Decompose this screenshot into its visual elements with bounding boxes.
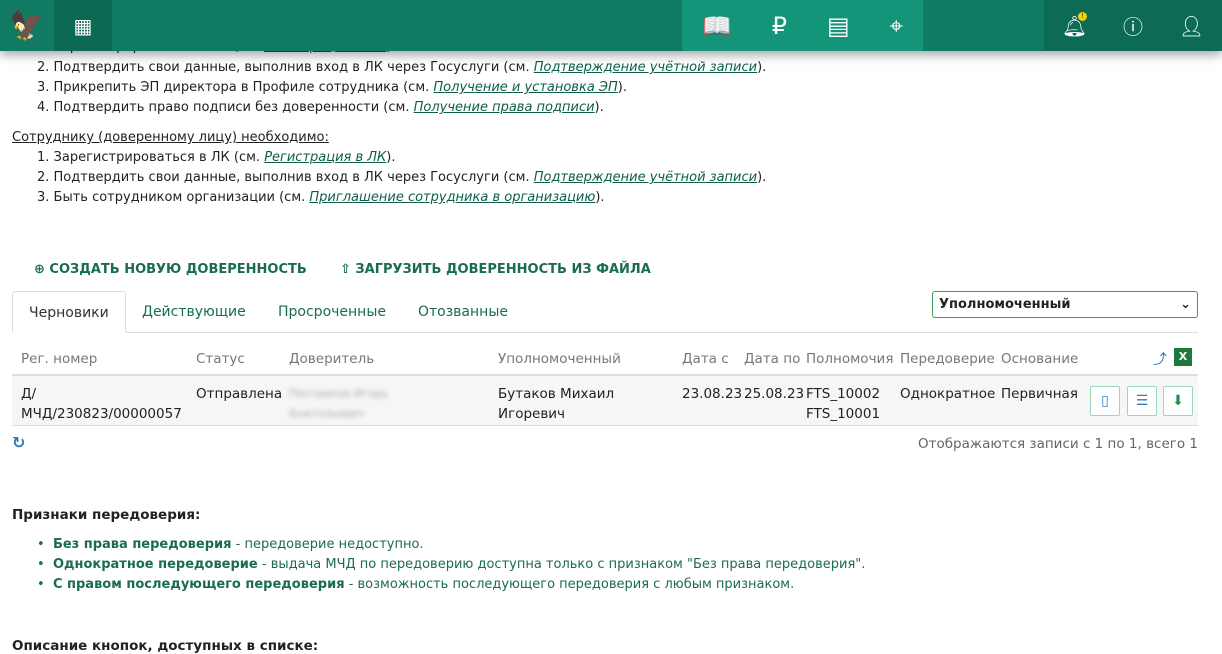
- col-redelegation[interactable]: Передоверие: [900, 351, 995, 367]
- tab-expired[interactable]: Просроченные: [262, 291, 402, 333]
- user-icon[interactable]: 👤︎: [1179, 14, 1204, 38]
- col-principal[interactable]: Доверитель: [289, 351, 374, 367]
- apps-grid-icon[interactable]: ▦: [54, 0, 112, 51]
- cell-redelegation: Однократное: [900, 386, 996, 402]
- step-end: ).: [757, 60, 767, 75]
- sign-desc: - передоверие недоступно.: [231, 537, 424, 552]
- step-text: 3. Быть сотрудником организации (см.: [37, 190, 310, 205]
- excel-icon[interactable]: X: [1174, 348, 1192, 366]
- step-end: ).: [594, 100, 604, 115]
- sign-term: Без права передоверия: [52, 537, 232, 552]
- cell-principal: Пестриков Игорь Анатольевич: [289, 384, 388, 424]
- director-step-3: 3. Прикрепить ЭП директора в Профиле сот…: [37, 80, 627, 95]
- power-1: FTS_10002: [806, 386, 881, 402]
- step-link[interactable]: Получение и установка ЭП: [433, 80, 617, 95]
- export-icon[interactable]: ⤴: [1153, 349, 1167, 369]
- cell-basis: Первичная: [1001, 386, 1078, 402]
- spreadsheet-icon[interactable]: ▤: [827, 12, 850, 40]
- ruble-icon[interactable]: ₽: [772, 12, 787, 40]
- save-button[interactable]: ⬇: [1163, 386, 1193, 416]
- save-icon: ⬇: [1172, 393, 1184, 409]
- upload-proxy-button[interactable]: ⇧ ЗАГРУЗИТЬ ДОВЕРЕННОСТЬ ИЗ ФАЙЛА: [340, 262, 651, 277]
- main-nav: 📖 ₽ ▤ ⌖: [682, 0, 923, 51]
- employee-heading: Сотруднику (доверенному лицу) необходимо…: [12, 130, 329, 145]
- upload-label: ЗАГРУЗИТЬ ДОВЕРЕННОСТЬ ИЗ ФАЙЛА: [355, 262, 651, 277]
- info-book-icon[interactable]: 📖: [702, 12, 732, 40]
- top-header: 🦅 ▦ 📖 ₽ ▤ ⌖ 🔔︎! ⓘ 👤︎: [0, 0, 1222, 51]
- col-date-from[interactable]: Дата с: [682, 351, 729, 367]
- document-icon: ▯: [1101, 393, 1109, 409]
- user-nav: 🔔︎! ⓘ 👤︎: [1044, 0, 1222, 51]
- bell-icon[interactable]: 🔔︎!: [1062, 11, 1087, 38]
- col-status[interactable]: Статус: [196, 351, 245, 367]
- power-2: FTS_10001: [806, 406, 881, 422]
- sign-desc: - возможность последующего передоверия с…: [344, 577, 795, 592]
- notification-badge: !: [1077, 11, 1087, 21]
- upload-circle-icon: ⇧: [340, 262, 356, 277]
- step-link[interactable]: Подтверждение учётной записи: [534, 60, 757, 75]
- cell-powers: FTS_10002 FTS_10001: [806, 384, 880, 424]
- sign-item: • С правом последующего передоверия - во…: [37, 577, 795, 592]
- details-list-button[interactable]: ☰: [1127, 386, 1157, 416]
- tab-active[interactable]: Действующие: [126, 291, 262, 333]
- reg-line-1: Д/: [21, 386, 37, 402]
- step-end: ).: [617, 80, 627, 95]
- refresh-icon[interactable]: ↻: [12, 433, 25, 452]
- plus-circle-icon: ⊕: [34, 262, 50, 277]
- reg-line-2: МЧД/230823/00000057: [21, 406, 182, 422]
- sign-term: С правом последующего передоверия: [52, 577, 345, 592]
- view-document-button[interactable]: ▯: [1090, 386, 1120, 416]
- step-end: ).: [595, 190, 605, 205]
- step-link[interactable]: Регистрация в ЛК: [264, 150, 386, 165]
- sign-item: • Без права передоверия - передоверие не…: [37, 537, 424, 552]
- cell-date-to: 25.08.23: [744, 386, 805, 402]
- sign-item: • Однократное передоверие - выдача МЧД п…: [37, 557, 866, 572]
- cell-reg-number: Д/МЧД/230823/00000057: [21, 384, 182, 424]
- map-pin-icon[interactable]: ⌖: [890, 12, 904, 40]
- cell-status: Отправлена: [196, 386, 283, 402]
- col-date-to[interactable]: Дата по: [744, 351, 800, 367]
- tab-drafts[interactable]: Черновики: [12, 291, 126, 333]
- emblem-logo[interactable]: 🦅: [0, 0, 54, 51]
- chevron-down-icon: ⌄: [1180, 297, 1191, 312]
- help-icon[interactable]: ⓘ: [1123, 11, 1143, 40]
- step-link[interactable]: Подтверждение учётной записи: [534, 170, 757, 185]
- principal-line-1: Пестриков Игорь: [289, 387, 389, 400]
- col-basis[interactable]: Основание: [1001, 351, 1078, 367]
- create-label: СОЗДАТЬ НОВУЮ ДОВЕРЕННОСТЬ: [49, 262, 307, 277]
- principal-line-2: Анатольевич: [289, 407, 365, 420]
- sign-desc: - выдача МЧД по передоверию доступна тол…: [257, 557, 866, 572]
- step-text: 1. Зарегистрироваться в ЛК (см.: [37, 150, 265, 165]
- step-link[interactable]: Приглашение сотрудника в организацию: [309, 190, 595, 205]
- step-text: 3. Прикрепить ЭП директора в Профиле сот…: [37, 80, 434, 95]
- step-text: 2. Подтвердить свои данные, выполнив вхо…: [37, 170, 534, 185]
- pagination-info: Отображаются записи с 1 по 1, всего 1: [917, 436, 1198, 452]
- employee-step-3: 3. Быть сотрудником организации (см. При…: [37, 190, 605, 205]
- cell-agent: Бутаков Михаил Игоревич: [498, 384, 614, 424]
- col-reg-number[interactable]: Рег. номер: [21, 351, 97, 367]
- filter-select[interactable]: Уполномоченный ⌄: [932, 291, 1198, 318]
- step-end: ).: [757, 170, 767, 185]
- employee-step-1: 1. Зарегистрироваться в ЛК (см. Регистра…: [37, 150, 396, 165]
- col-agent[interactable]: Уполномоченный: [498, 351, 621, 367]
- sign-term: Однократное передоверие: [52, 557, 258, 572]
- agent-line-2: Игоревич: [498, 406, 566, 422]
- filter-value: Уполномоченный: [939, 297, 1071, 312]
- agent-line-1: Бутаков Михаил: [498, 386, 615, 402]
- cell-date-from: 23.08.23: [682, 386, 743, 402]
- step-text: 4. Подтвердить право подписи без доверен…: [37, 100, 414, 115]
- step-text: 2. Подтвердить свои данные, выполнив вхо…: [37, 60, 534, 75]
- col-powers[interactable]: Полномочия: [806, 351, 893, 367]
- director-step-4: 4. Подтвердить право подписи без доверен…: [37, 100, 604, 115]
- buttons-heading: Описание кнопок, доступных в списке:: [12, 638, 319, 654]
- step-link[interactable]: Получение права подписи: [414, 100, 595, 115]
- create-proxy-button[interactable]: ⊕ СОЗДАТЬ НОВУЮ ДОВЕРЕННОСТЬ: [34, 262, 307, 277]
- director-step-2: 2. Подтвердить свои данные, выполнив вхо…: [37, 60, 766, 75]
- tab-revoked[interactable]: Отозванные: [402, 291, 524, 333]
- step-end: ).: [386, 150, 396, 165]
- employee-step-2: 2. Подтвердить свои данные, выполнив вхо…: [37, 170, 766, 185]
- signs-heading: Признаки передоверия:: [12, 507, 201, 523]
- list-icon: ☰: [1135, 393, 1149, 409]
